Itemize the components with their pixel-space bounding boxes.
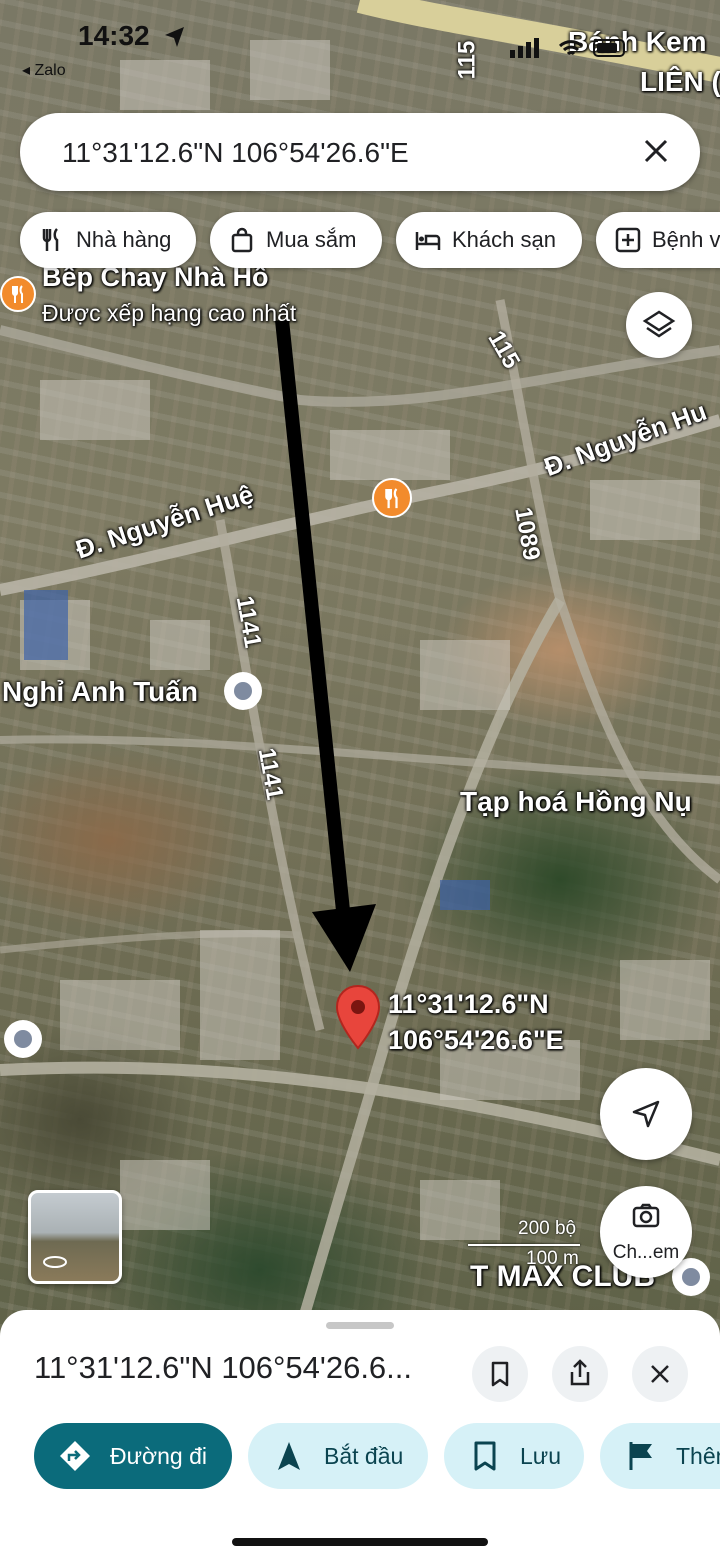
- annotation-arrow-head: [312, 904, 376, 972]
- place-label-lien[interactable]: LIÊN (: [640, 66, 720, 98]
- dropped-pin-icon[interactable]: [334, 984, 382, 1050]
- restaurant-poi-marker[interactable]: [372, 478, 412, 518]
- layers-button[interactable]: [626, 292, 692, 358]
- poi-dot-icon: [14, 1030, 32, 1048]
- search-bar[interactable]: 11°31'12.6"N 106°54'26.6"E: [20, 113, 700, 191]
- restaurant-poi-marker[interactable]: [0, 276, 36, 312]
- close-sheet-button[interactable]: [632, 1346, 688, 1402]
- location-arrow-icon: [165, 27, 184, 47]
- sheet-title: 11°31'12.6"N 106°54'26.6...: [34, 1350, 413, 1385]
- chip-shopping[interactable]: Mua sắm: [210, 212, 382, 268]
- sheet-drag-handle[interactable]: [326, 1322, 394, 1329]
- navigation-compass-icon: [632, 1100, 660, 1128]
- scale-line: [468, 1244, 580, 1246]
- chip-hospitals[interactable]: Bệnh v: [596, 212, 720, 268]
- street-view-label: Ch...em: [612, 1242, 680, 1263]
- more-label: Thêm: [676, 1442, 720, 1469]
- fork-knife-icon: [12, 285, 23, 303]
- scale-imperial: 200 bộ: [518, 1218, 577, 1239]
- directions-button[interactable]: Đường đi: [34, 1423, 232, 1489]
- chip-label: Nhà hàng: [76, 227, 172, 252]
- chip-label: Khách sạn: [452, 227, 556, 252]
- poi-dot-icon: [234, 682, 252, 700]
- chip-label: Mua sắm: [266, 227, 357, 252]
- annotation-arrow-line: [275, 319, 352, 931]
- fork-knife-icon: [385, 488, 398, 509]
- more-button[interactable]: Thêm: [600, 1423, 720, 1489]
- back-to-app[interactable]: ◂ Zalo: [22, 60, 66, 80]
- bookmark-icon: [474, 1441, 496, 1471]
- pin-latitude: 11°31'12.6"N: [388, 989, 549, 1019]
- status-icons: [508, 34, 628, 69]
- signal-wifi-battery-icons: [510, 38, 625, 58]
- directions-label: Đường đi: [110, 1442, 207, 1469]
- chip-hotels[interactable]: Khách sạn: [396, 212, 582, 268]
- back-arrow-icon: ◂: [22, 62, 31, 79]
- rotate-360-icon: [43, 1256, 67, 1268]
- share-icon: [570, 1359, 590, 1386]
- save-label: Lưu: [520, 1442, 561, 1469]
- close-icon: [651, 1365, 669, 1383]
- start-button[interactable]: Bắt đầu: [248, 1423, 428, 1489]
- save-button[interactable]: Lưu: [444, 1423, 584, 1489]
- road-number: 115: [453, 40, 481, 80]
- chip-label: Bệnh v: [652, 227, 720, 252]
- navigation-arrow-icon: [278, 1442, 300, 1470]
- pin-coordinates: 11°31'12.6"N 106°54'26.6"E: [388, 986, 564, 1058]
- camera-360-icon: [632, 1203, 660, 1228]
- layers-icon: [642, 310, 676, 338]
- my-location-button[interactable]: [600, 1068, 692, 1160]
- share-button[interactable]: [552, 1346, 608, 1402]
- scale-metric: 100 m: [526, 1248, 579, 1269]
- start-label: Bắt đầu: [324, 1442, 404, 1469]
- shopping-bag-icon: [231, 227, 253, 253]
- hospital-icon: [615, 227, 641, 253]
- street-view-thumbnail[interactable]: [28, 1190, 122, 1284]
- status-time: 14:32: [78, 20, 150, 51]
- pin-longitude: 106°54'26.6"E: [388, 1025, 564, 1055]
- directions-icon: [60, 1441, 90, 1471]
- close-icon[interactable]: [636, 131, 676, 171]
- hotel-bed-icon: [415, 232, 441, 250]
- home-indicator[interactable]: [232, 1538, 488, 1546]
- chip-restaurants[interactable]: Nhà hàng: [20, 212, 196, 268]
- place-label-tap-hoa[interactable]: Tạp hoá Hồng Nụ: [460, 786, 692, 818]
- street-view-button[interactable]: Ch...em: [600, 1186, 692, 1278]
- restaurant-icon: [42, 228, 59, 251]
- flag-icon: [629, 1442, 652, 1470]
- place-label-nghi-anh-tuan[interactable]: Nghỉ Anh Tuấn: [2, 676, 198, 708]
- save-bookmark-button[interactable]: [472, 1346, 528, 1402]
- lodging-poi-marker[interactable]: [224, 672, 262, 710]
- place-label-subtitle: Được xếp hạng cao nhất: [42, 300, 297, 326]
- back-app-label: Zalo: [34, 62, 66, 79]
- search-query[interactable]: 11°31'12.6"N 106°54'26.6"E: [62, 137, 409, 169]
- bookmark-icon: [491, 1361, 509, 1387]
- poi-dot-icon: [682, 1268, 700, 1286]
- poi-marker[interactable]: [4, 1020, 42, 1058]
